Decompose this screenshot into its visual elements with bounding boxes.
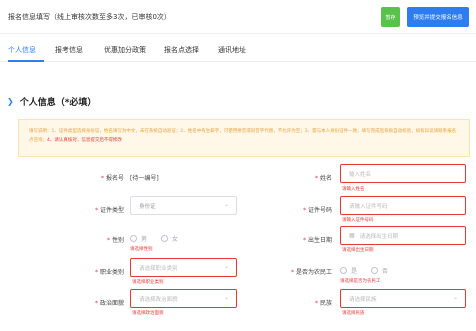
active-tab-indicator bbox=[8, 60, 44, 62]
gender-female-radio[interactable]: 女 bbox=[161, 234, 178, 243]
political-status-error: 请选择政治面貌 bbox=[132, 311, 164, 316]
tab-registration-point[interactable]: 报名点选择 bbox=[164, 45, 199, 55]
gender-label: * 性别 bbox=[106, 237, 124, 244]
id-type-label: * 证件类型 bbox=[94, 207, 124, 214]
chevron-down-icon: ⌄ bbox=[452, 294, 458, 301]
ethnicity-select[interactable]: 请选择民族 ⌄ bbox=[340, 289, 466, 308]
notice-text: 填写说明：1、证件类型选择身份证，姓名填写为中文，未在系统自动验证；2、姓名中有… bbox=[29, 129, 457, 143]
exam-id-label: * 报名号 bbox=[100, 175, 124, 182]
tab-personal-info[interactable]: 个人信息 bbox=[8, 45, 36, 55]
occupation-select[interactable]: 请选择职业类别 ⌄ bbox=[130, 258, 237, 277]
migrant-worker-error: 请选择是否为农民工 bbox=[340, 279, 381, 284]
chevron-down-icon: ⌄ bbox=[223, 263, 229, 270]
birth-date-picker[interactable]: ▦ 请选择出生日期 bbox=[340, 226, 466, 245]
tab-exam-info[interactable]: 报考信息 bbox=[55, 45, 83, 55]
notice-box: 填写说明：1、证件类型选择身份证，姓名填写为中文，未在系统自动验证；2、姓名中有… bbox=[18, 119, 470, 157]
exam-id-value: [待一编号] bbox=[130, 175, 159, 182]
migrant-worker-radio-group: 是 否 bbox=[340, 266, 388, 275]
calendar-icon: ▦ bbox=[349, 232, 355, 239]
chevron-down-icon: ⌄ bbox=[223, 201, 229, 208]
birth-date-error: 请选择出生日期 bbox=[342, 248, 374, 253]
name-error: 请输入姓名 bbox=[342, 187, 365, 192]
preview-submit-button[interactable]: 预览并提交报名信息 bbox=[407, 7, 469, 27]
chevron-right-icon: ❯ bbox=[7, 97, 14, 106]
page-title: 报名信息填写（线上审核次数至多3次，已审核0次） bbox=[8, 13, 171, 21]
migrant-worker-label: * 是否为农民工 bbox=[290, 269, 332, 276]
section-title: 个人信息（*必填） bbox=[19, 98, 97, 108]
notice-highlight: 4、请认真核对，信息提交后不得修改 bbox=[47, 138, 122, 143]
gender-radio-group: 男 女 bbox=[130, 234, 178, 243]
save-draft-button[interactable]: 暂存 bbox=[381, 7, 400, 27]
name-input[interactable]: 输入姓名 bbox=[340, 164, 466, 183]
section-header: ❯ 个人信息（*必填） bbox=[7, 95, 96, 108]
top-bar: 报名信息填写（线上审核次数至多3次，已审核0次） 暂存 预览并提交报名信息 bbox=[0, 0, 476, 34]
chevron-down-icon: ⌄ bbox=[223, 294, 229, 301]
tab-bonus-policy[interactable]: 优惠加分政策 bbox=[104, 45, 146, 55]
name-label: * 姓名 bbox=[314, 175, 332, 182]
gender-error: 请选择性别 bbox=[130, 247, 153, 252]
political-status-label: * 政治面貌 bbox=[94, 300, 124, 307]
migrant-no-radio[interactable]: 否 bbox=[371, 266, 388, 275]
birth-date-label: * 出生日期 bbox=[302, 237, 332, 244]
political-status-select[interactable]: 请选择政治面貌 ⌄ bbox=[130, 289, 237, 308]
id-type-select[interactable]: 身份证 ⌄ bbox=[130, 196, 237, 215]
occupation-label: * 职业类别 bbox=[94, 269, 124, 276]
tab-bar: 个人信息 报考信息 优惠加分政策 报名点选择 通讯地址 bbox=[0, 36, 476, 62]
id-number-input[interactable]: 请输入证件号码 bbox=[340, 196, 466, 215]
occupation-error: 请选择职业类别 bbox=[132, 280, 164, 285]
id-number-error: 请输入证件号码 bbox=[342, 218, 374, 223]
gender-male-radio[interactable]: 男 bbox=[130, 234, 147, 243]
ethnicity-error: 请选择民族 bbox=[342, 311, 365, 316]
migrant-yes-radio[interactable]: 是 bbox=[340, 266, 357, 275]
id-number-label: * 证件号码 bbox=[302, 207, 332, 214]
ethnicity-label: * 民族 bbox=[314, 300, 332, 307]
tab-mailing-address[interactable]: 通讯地址 bbox=[218, 45, 246, 55]
